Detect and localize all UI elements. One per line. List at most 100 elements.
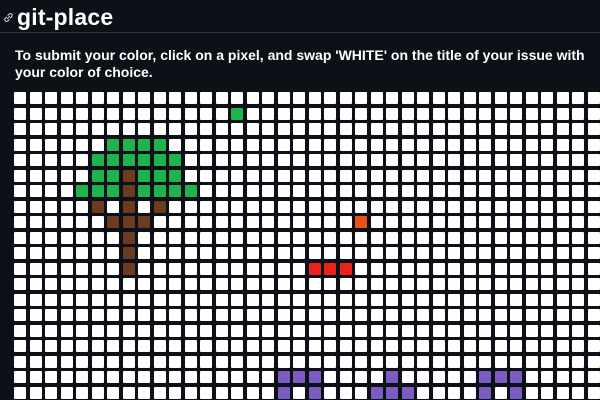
pixel-cell[interactable]	[278, 216, 290, 228]
pixel-cell[interactable]	[247, 263, 259, 275]
pixel-cell[interactable]	[76, 325, 88, 337]
pixel-cell[interactable]	[30, 263, 42, 275]
pixel-cell[interactable]	[309, 123, 321, 135]
pixel-cell[interactable]	[572, 325, 584, 337]
pixel-cell[interactable]	[371, 170, 383, 182]
pixel-cell[interactable]	[107, 340, 119, 352]
pixel-cell[interactable]	[154, 340, 166, 352]
pixel-cell[interactable]	[417, 170, 429, 182]
pixel-cell[interactable]	[417, 123, 429, 135]
pixel-cell[interactable]	[231, 185, 243, 197]
pixel-cell[interactable]	[278, 278, 290, 290]
pixel-cell[interactable]	[61, 216, 73, 228]
pixel-cell[interactable]	[76, 247, 88, 259]
pixel-cell[interactable]	[355, 154, 367, 166]
pixel-cell[interactable]	[154, 154, 166, 166]
pixel-cell[interactable]	[247, 325, 259, 337]
pixel-cell[interactable]	[433, 201, 445, 213]
pixel-cell[interactable]	[448, 154, 460, 166]
link-icon[interactable]	[1, 10, 15, 24]
pixel-cell[interactable]	[45, 201, 57, 213]
pixel-cell[interactable]	[588, 232, 600, 244]
pixel-cell[interactable]	[200, 325, 212, 337]
pixel-cell[interactable]	[433, 294, 445, 306]
pixel-cell[interactable]	[45, 139, 57, 151]
pixel-cell[interactable]	[464, 356, 476, 368]
pixel-cell[interactable]	[386, 371, 398, 383]
pixel-cell[interactable]	[30, 356, 42, 368]
pixel-cell[interactable]	[123, 232, 135, 244]
pixel-cell[interactable]	[123, 247, 135, 259]
pixel-cell[interactable]	[138, 201, 150, 213]
pixel-cell[interactable]	[557, 92, 569, 104]
pixel-cell[interactable]	[510, 170, 522, 182]
pixel-cell[interactable]	[557, 371, 569, 383]
pixel-cell[interactable]	[417, 201, 429, 213]
pixel-cell[interactable]	[402, 201, 414, 213]
pixel-cell[interactable]	[185, 170, 197, 182]
pixel-cell[interactable]	[557, 170, 569, 182]
pixel-cell[interactable]	[588, 356, 600, 368]
pixel-cell[interactable]	[45, 185, 57, 197]
pixel-cell[interactable]	[433, 170, 445, 182]
pixel-cell[interactable]	[433, 154, 445, 166]
pixel-cell[interactable]	[45, 278, 57, 290]
pixel-cell[interactable]	[495, 123, 507, 135]
pixel-cell[interactable]	[324, 294, 336, 306]
pixel-cell[interactable]	[448, 387, 460, 399]
pixel-cell[interactable]	[247, 108, 259, 120]
pixel-cell[interactable]	[557, 387, 569, 399]
pixel-cell[interactable]	[185, 154, 197, 166]
pixel-cell[interactable]	[200, 371, 212, 383]
pixel-cell[interactable]	[185, 92, 197, 104]
pixel-cell[interactable]	[588, 108, 600, 120]
pixel-cell[interactable]	[262, 185, 274, 197]
pixel-cell[interactable]	[61, 387, 73, 399]
pixel-cell[interactable]	[557, 340, 569, 352]
pixel-cell[interactable]	[107, 263, 119, 275]
pixel-cell[interactable]	[572, 263, 584, 275]
pixel-cell[interactable]	[541, 356, 553, 368]
pixel-cell[interactable]	[402, 340, 414, 352]
pixel-cell[interactable]	[324, 325, 336, 337]
pixel-cell[interactable]	[61, 201, 73, 213]
pixel-cell[interactable]	[107, 170, 119, 182]
pixel-cell[interactable]	[185, 309, 197, 321]
pixel-cell[interactable]	[479, 247, 491, 259]
pixel-cell[interactable]	[200, 92, 212, 104]
pixel-cell[interactable]	[479, 92, 491, 104]
pixel-cell[interactable]	[309, 154, 321, 166]
pixel-cell[interactable]	[541, 294, 553, 306]
pixel-cell[interactable]	[216, 247, 228, 259]
pixel-cell[interactable]	[138, 340, 150, 352]
pixel-cell[interactable]	[30, 294, 42, 306]
pixel-cell[interactable]	[464, 92, 476, 104]
pixel-cell[interactable]	[588, 263, 600, 275]
pixel-cell[interactable]	[293, 185, 305, 197]
pixel-cell[interactable]	[510, 154, 522, 166]
pixel-cell[interactable]	[92, 201, 104, 213]
pixel-cell[interactable]	[30, 309, 42, 321]
pixel-cell[interactable]	[185, 356, 197, 368]
pixel-cell[interactable]	[402, 371, 414, 383]
pixel-cell[interactable]	[30, 170, 42, 182]
pixel-cell[interactable]	[169, 278, 181, 290]
pixel-cell[interactable]	[371, 387, 383, 399]
pixel-cell[interactable]	[107, 201, 119, 213]
pixel-cell[interactable]	[464, 247, 476, 259]
pixel-cell[interactable]	[324, 356, 336, 368]
pixel-cell[interactable]	[386, 247, 398, 259]
pixel-cell[interactable]	[262, 247, 274, 259]
pixel-cell[interactable]	[479, 185, 491, 197]
pixel-cell[interactable]	[169, 356, 181, 368]
pixel-cell[interactable]	[340, 325, 352, 337]
pixel-cell[interactable]	[355, 201, 367, 213]
pixel-cell[interactable]	[216, 170, 228, 182]
pixel-cell[interactable]	[309, 309, 321, 321]
pixel-cell[interactable]	[371, 216, 383, 228]
pixel-cell[interactable]	[448, 371, 460, 383]
pixel-cell[interactable]	[572, 340, 584, 352]
pixel-cell[interactable]	[14, 387, 26, 399]
pixel-cell[interactable]	[588, 92, 600, 104]
pixel-cell[interactable]	[510, 185, 522, 197]
